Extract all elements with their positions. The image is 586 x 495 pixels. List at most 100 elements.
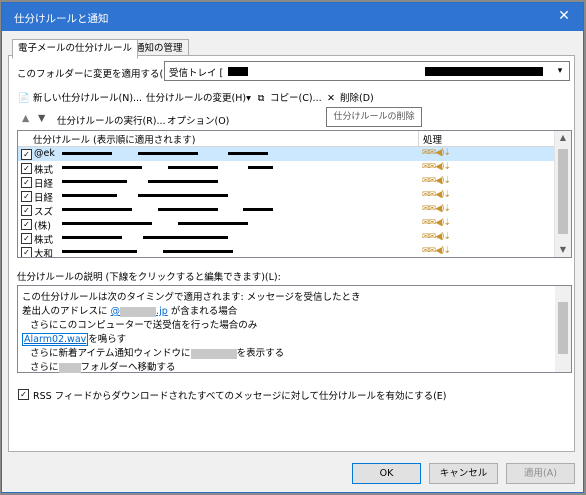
description-text: が含まれる場合 — [170, 306, 238, 317]
rule-checkbox[interactable]: ✓ — [21, 247, 32, 257]
column-header-action[interactable]: 処理 — [423, 132, 442, 146]
description-label: 仕分けルールの説明 (下線をクリックすると編集できます)(L): — [17, 272, 281, 283]
redacted-block — [243, 208, 273, 211]
table-row[interactable]: ✓ 日経 ✉✉◀)⇣ — [18, 189, 555, 204]
copy-icon: ⧉ — [257, 93, 265, 104]
delete-tooltip: 仕分けルールの削除 — [326, 107, 422, 127]
redacted-block — [163, 250, 233, 253]
rule-name: (株) — [34, 221, 51, 232]
redacted-block — [62, 208, 132, 211]
redacted-block — [62, 222, 152, 225]
column-header-rule[interactable]: 仕分けルール (表示順に適用されます) — [33, 132, 195, 146]
description-line: さらにこのコンピューターで送受信を行った場合のみ — [30, 320, 258, 331]
scrollbar-thumb[interactable] — [558, 149, 568, 234]
rule-checkbox[interactable]: ✓ — [21, 205, 32, 216]
rule-checkbox[interactable]: ✓ — [21, 177, 32, 188]
copy-button[interactable]: ⧉ コピー(C)... — [254, 90, 322, 108]
description-text: さらに — [30, 362, 59, 373]
redacted-block — [138, 152, 198, 155]
description-line: さらに フォルダーへ移動する — [30, 359, 176, 373]
scrollbar-thumb[interactable] — [558, 302, 568, 354]
description-text: 差出人のアドレスに — [22, 306, 108, 317]
new-rule-icon: 📄 — [18, 93, 30, 104]
table-row[interactable]: ✓ @ek ✉✉◀)⇣ — [18, 147, 555, 161]
title-bar: 仕分けルールと通知 ✕ — [2, 3, 583, 31]
redacted-block — [158, 208, 218, 211]
options-button[interactable]: オプション(O) — [167, 113, 229, 127]
delete-button[interactable]: ✕ 削除(D) — [324, 90, 374, 108]
scroll-down-icon[interactable]: ▼ — [555, 243, 571, 257]
rule-action-icons: ✉✉◀)⇣ — [422, 190, 451, 200]
rule-name: 日経 — [34, 193, 54, 204]
rule-name: @ek — [34, 148, 55, 159]
apply-button[interactable]: 適用(A) — [506, 463, 575, 484]
table-row[interactable]: ✓ スズ ✉✉◀)⇣ — [18, 203, 555, 218]
redacted-block — [58, 362, 81, 373]
rule-checkbox[interactable]: ✓ — [21, 149, 32, 160]
description-line: 差出人のアドレスに @ .jp が含まれる場合 — [22, 303, 237, 317]
cancel-button[interactable]: キャンセル — [429, 463, 498, 484]
rules-list[interactable]: 仕分けルール (表示順に適用されます) 処理 ✓ @ek ✉✉◀)⇣ ✓ 株式 … — [17, 130, 572, 258]
run-rules-button[interactable]: 仕分けルールの実行(R)... — [57, 113, 166, 127]
rule-name: 日経 — [34, 179, 54, 190]
rule-checkbox[interactable]: ✓ — [21, 163, 32, 174]
move-down-icon[interactable]: ▼ — [38, 113, 45, 124]
rss-checkbox-label: RSS フィードからダウンロードされたすべてのメッセージに対して仕分けルールを有… — [33, 391, 447, 402]
move-up-icon[interactable]: ▲ — [22, 113, 29, 124]
description-text: を表示する — [236, 348, 285, 359]
chevron-down-icon: ▾ — [557, 66, 563, 76]
redacted-block — [228, 152, 268, 155]
scroll-up-icon[interactable]: ▲ — [555, 131, 571, 145]
new-rule-label: 新しい仕分けルール(N)... — [33, 93, 143, 104]
redacted-block — [138, 194, 228, 197]
rss-checkbox[interactable]: ✓ — [18, 389, 29, 400]
redacted-block — [190, 348, 237, 359]
redacted-block — [62, 250, 137, 253]
rule-action-icons: ✉✉◀)⇣ — [422, 176, 451, 186]
delete-label: 削除(D) — [340, 93, 374, 104]
close-icon[interactable]: ✕ — [555, 7, 573, 25]
rule-action-icons: ✉✉◀)⇣ — [422, 148, 451, 158]
delete-icon: ✕ — [327, 93, 335, 104]
rules-list-scrollbar[interactable]: ▲ ▼ — [554, 131, 571, 257]
description-text: さらに新着アイテム通知ウィンドウに — [30, 348, 191, 359]
table-row[interactable]: ✓ (株) ✉✉◀)⇣ — [18, 217, 555, 232]
table-row[interactable]: ✓ 大和 ✉✉◀)⇣ — [18, 245, 555, 258]
new-rule-button[interactable]: 📄 新しい仕分けルール(N)... — [17, 90, 142, 108]
redacted-block — [178, 222, 248, 225]
window-title: 仕分けルールと通知 — [14, 13, 109, 25]
table-row[interactable]: ✓ 株式 ✉✉◀)⇣ — [18, 161, 555, 176]
folder-label: このフォルダーに変更を適用する(F): — [17, 69, 176, 80]
description-scrollbar[interactable] — [555, 286, 571, 372]
chevron-down-icon: ▾ — [246, 93, 251, 104]
ok-button[interactable]: OK — [352, 463, 421, 484]
rule-checkbox[interactable]: ✓ — [21, 191, 32, 202]
folder-select-value: 受信トレイ [ — [169, 68, 224, 79]
table-row[interactable]: ✓ 日経 ✉✉◀)⇣ — [18, 175, 555, 190]
description-line: さらに新着アイテム通知ウィンドウに を表示する — [30, 345, 284, 359]
redacted-block — [120, 306, 157, 317]
table-row[interactable]: ✓ 株式 ✉✉◀)⇣ — [18, 231, 555, 246]
redacted-block — [248, 166, 273, 169]
rule-checkbox[interactable]: ✓ — [21, 219, 32, 230]
rule-name: 株式 — [34, 235, 54, 246]
rule-name: 大和 — [34, 249, 54, 258]
description-line: Alarm02.wav を鳴らす — [22, 331, 126, 346]
sender-address-link[interactable]: @ .jp — [111, 306, 168, 317]
redacted-block — [425, 67, 543, 76]
tab-email-rules[interactable]: 電子メールの仕分けルール — [12, 39, 139, 59]
column-divider — [418, 131, 419, 146]
redacted-block — [62, 194, 117, 197]
rules-list-header: 仕分けルール (表示順に適用されます) 処理 — [18, 131, 571, 147]
sender-address-end: .jp — [156, 306, 168, 317]
rule-action-icons: ✉✉◀)⇣ — [422, 204, 451, 214]
rule-checkbox[interactable]: ✓ — [21, 233, 32, 244]
redacted-block — [62, 152, 112, 155]
redacted-block — [143, 236, 228, 239]
rule-action-icons: ✉✉◀)⇣ — [422, 246, 451, 256]
redacted-block — [62, 166, 142, 169]
description-text: フォルダーへ移動する — [80, 362, 176, 373]
change-rule-button[interactable]: 仕分けルールの変更(H)▾ — [146, 90, 251, 108]
rule-action-icons: ✉✉◀)⇣ — [422, 218, 451, 228]
redacted-block — [62, 236, 122, 239]
